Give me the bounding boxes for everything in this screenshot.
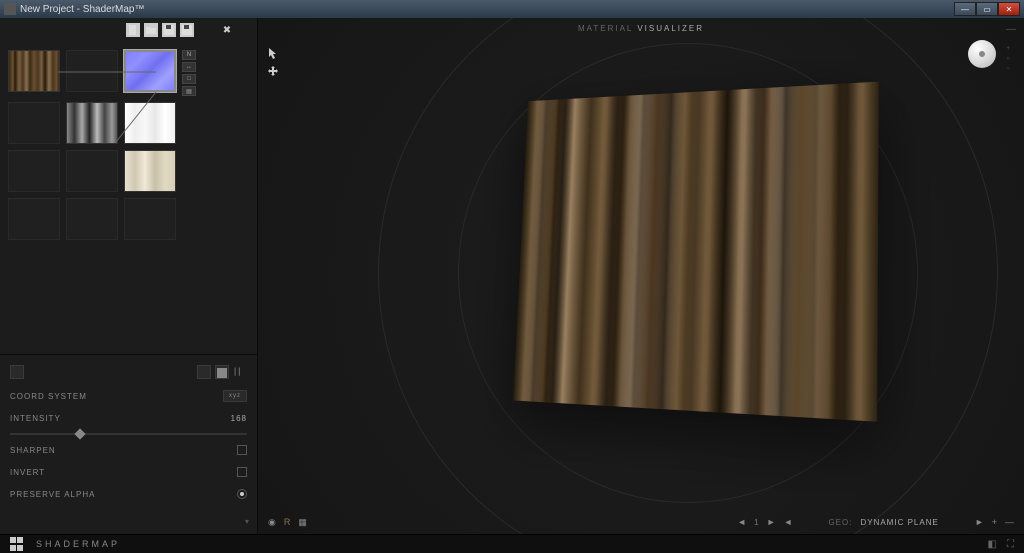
window-titlebar: New Project - ShaderMap™ — ▭ ✕: [0, 0, 1024, 18]
settings-icon[interactable]: ✖: [220, 23, 234, 37]
map-empty-2-0[interactable]: [8, 150, 60, 192]
maximize-button[interactable]: ▭: [976, 2, 998, 16]
preserve-alpha-radio[interactable]: [237, 489, 247, 499]
coord-system-dropdown[interactable]: xyz: [223, 390, 247, 402]
prev-icon[interactable]: ◄: [737, 517, 746, 527]
save-file-icon[interactable]: [162, 23, 176, 37]
save-icon[interactable]: [215, 365, 229, 379]
geo-label: GEO:: [828, 518, 852, 527]
map-empty-3-2[interactable]: [124, 198, 176, 240]
preview-plane[interactable]: [513, 82, 879, 422]
side-btn-1[interactable]: ↔: [182, 62, 196, 72]
invert-label: INVERT: [10, 468, 45, 477]
reset-icon[interactable]: R: [284, 517, 291, 527]
map-empty-0-1[interactable]: [66, 50, 118, 92]
intensity-row: INTENSITY 168: [10, 411, 247, 425]
map-empty-1-0[interactable]: [8, 102, 60, 144]
app-body: ✖ N ↔ □ ▤: [0, 18, 1024, 534]
gizmo-plus-icon[interactable]: +: [1006, 46, 1010, 52]
gizmo-minus-icon[interactable]: −: [1006, 66, 1010, 72]
play-icon[interactable]: ►: [975, 517, 984, 527]
preview-plane-wrap: [503, 88, 873, 408]
properties-spacer: [0, 248, 257, 354]
open-file-icon[interactable]: [144, 23, 158, 37]
light-gizmo[interactable]: + ○ −: [968, 40, 1002, 74]
footer-logo-icon: [10, 537, 24, 551]
spacer: [182, 198, 196, 240]
gizmo-arrows: + ○ −: [1006, 46, 1010, 72]
intensity-label: INTENSITY: [10, 414, 61, 423]
footer-icon-1[interactable]: ◧: [988, 539, 997, 550]
save-as-icon[interactable]: [180, 23, 194, 37]
spacer: [182, 102, 196, 144]
cursor-icon[interactable]: [266, 46, 280, 60]
map-ao[interactable]: [124, 150, 176, 192]
sharpen-label: SHARPEN: [10, 446, 56, 455]
map-row-0: N ↔ □ ▤: [8, 50, 249, 96]
map-empty-2-1[interactable]: [66, 150, 118, 192]
window-title: New Project - ShaderMap™: [20, 4, 145, 15]
viewport-3d[interactable]: MATERIAL VISUALIZER — + ○ −: [258, 18, 1024, 534]
app-icon: [4, 3, 16, 15]
next-icon[interactable]: ►: [767, 517, 776, 527]
remove-icon[interactable]: —: [1005, 517, 1014, 527]
properties-panel: ┃┃ COORD SYSTEM xyz INTENSITY 168 SHARPE…: [0, 354, 257, 534]
add-icon[interactable]: +: [992, 517, 997, 527]
viewport-bottombar: ◉ R ▦ ◄ 1 ► ◄ GEO: DYNAMIC PLANE ► + —: [258, 514, 1024, 530]
map-side-buttons: N ↔ □ ▤: [182, 50, 196, 96]
preserve-alpha-label: PRESERVE ALPHA: [10, 490, 95, 499]
prop-menu-icon[interactable]: ┃┃: [233, 365, 247, 379]
preserve-alpha-row: PRESERVE ALPHA: [10, 487, 247, 501]
footer-icon-2[interactable]: ⛶: [1007, 539, 1014, 550]
map-normal[interactable]: [124, 50, 176, 92]
map-row-3: [8, 198, 249, 240]
minimize-button[interactable]: —: [954, 2, 976, 16]
map-empty-3-1[interactable]: [66, 198, 118, 240]
viewport-tools: [266, 46, 280, 78]
stop-icon[interactable]: ◄: [784, 517, 793, 527]
side-btn-0[interactable]: N: [182, 50, 196, 60]
left-panel: ✖ N ↔ □ ▤: [0, 18, 258, 534]
intensity-value: 168: [231, 414, 247, 423]
side-btn-3[interactable]: ▤: [182, 86, 196, 96]
side-btn-2[interactable]: □: [182, 74, 196, 84]
intensity-slider-thumb[interactable]: [75, 428, 86, 439]
new-file-icon[interactable]: [126, 23, 140, 37]
expand-properties-icon[interactable]: ▾: [245, 517, 249, 526]
prop-icon-1[interactable]: [197, 365, 211, 379]
map-row-1: [8, 102, 249, 144]
map-specular[interactable]: [124, 102, 176, 144]
light-gizmo-ball[interactable]: [968, 40, 996, 68]
invert-row: INVERT: [10, 465, 247, 479]
capture-icon[interactable]: ◉: [268, 517, 276, 528]
window-controls: — ▭ ✕: [954, 2, 1020, 16]
intensity-slider[interactable]: [10, 433, 247, 435]
spacer: [182, 150, 196, 192]
coord-system-row: COORD SYSTEM xyz: [10, 389, 247, 403]
page-current: 1: [754, 518, 758, 527]
expand-icon[interactable]: [10, 365, 24, 379]
footer-brand: SHADERMAP: [36, 539, 120, 549]
map-row-2: [8, 150, 249, 192]
sharpen-checkbox[interactable]: [237, 445, 247, 455]
close-button[interactable]: ✕: [998, 2, 1020, 16]
gizmo-dot-icon[interactable]: ○: [1006, 56, 1010, 62]
map-grid: N ↔ □ ▤: [0, 42, 257, 248]
invert-checkbox[interactable]: [237, 467, 247, 477]
coord-system-label: COORD SYSTEM: [10, 392, 87, 401]
sharpen-row: SHARPEN: [10, 443, 247, 457]
file-toolbar: ✖: [0, 18, 257, 42]
geo-value: DYNAMIC PLANE: [860, 518, 938, 527]
footer-right: ◧ ⛶: [988, 539, 1014, 550]
move-icon[interactable]: [266, 64, 280, 78]
map-empty-3-0[interactable]: [8, 198, 60, 240]
viewport-minimize-icon[interactable]: —: [1006, 24, 1016, 35]
wireframe-icon[interactable]: ▦: [298, 517, 307, 528]
app-footer: SHADERMAP ◧ ⛶: [0, 534, 1024, 553]
map-source[interactable]: [8, 50, 60, 92]
properties-header: ┃┃: [10, 365, 247, 379]
map-displacement[interactable]: [66, 102, 118, 144]
